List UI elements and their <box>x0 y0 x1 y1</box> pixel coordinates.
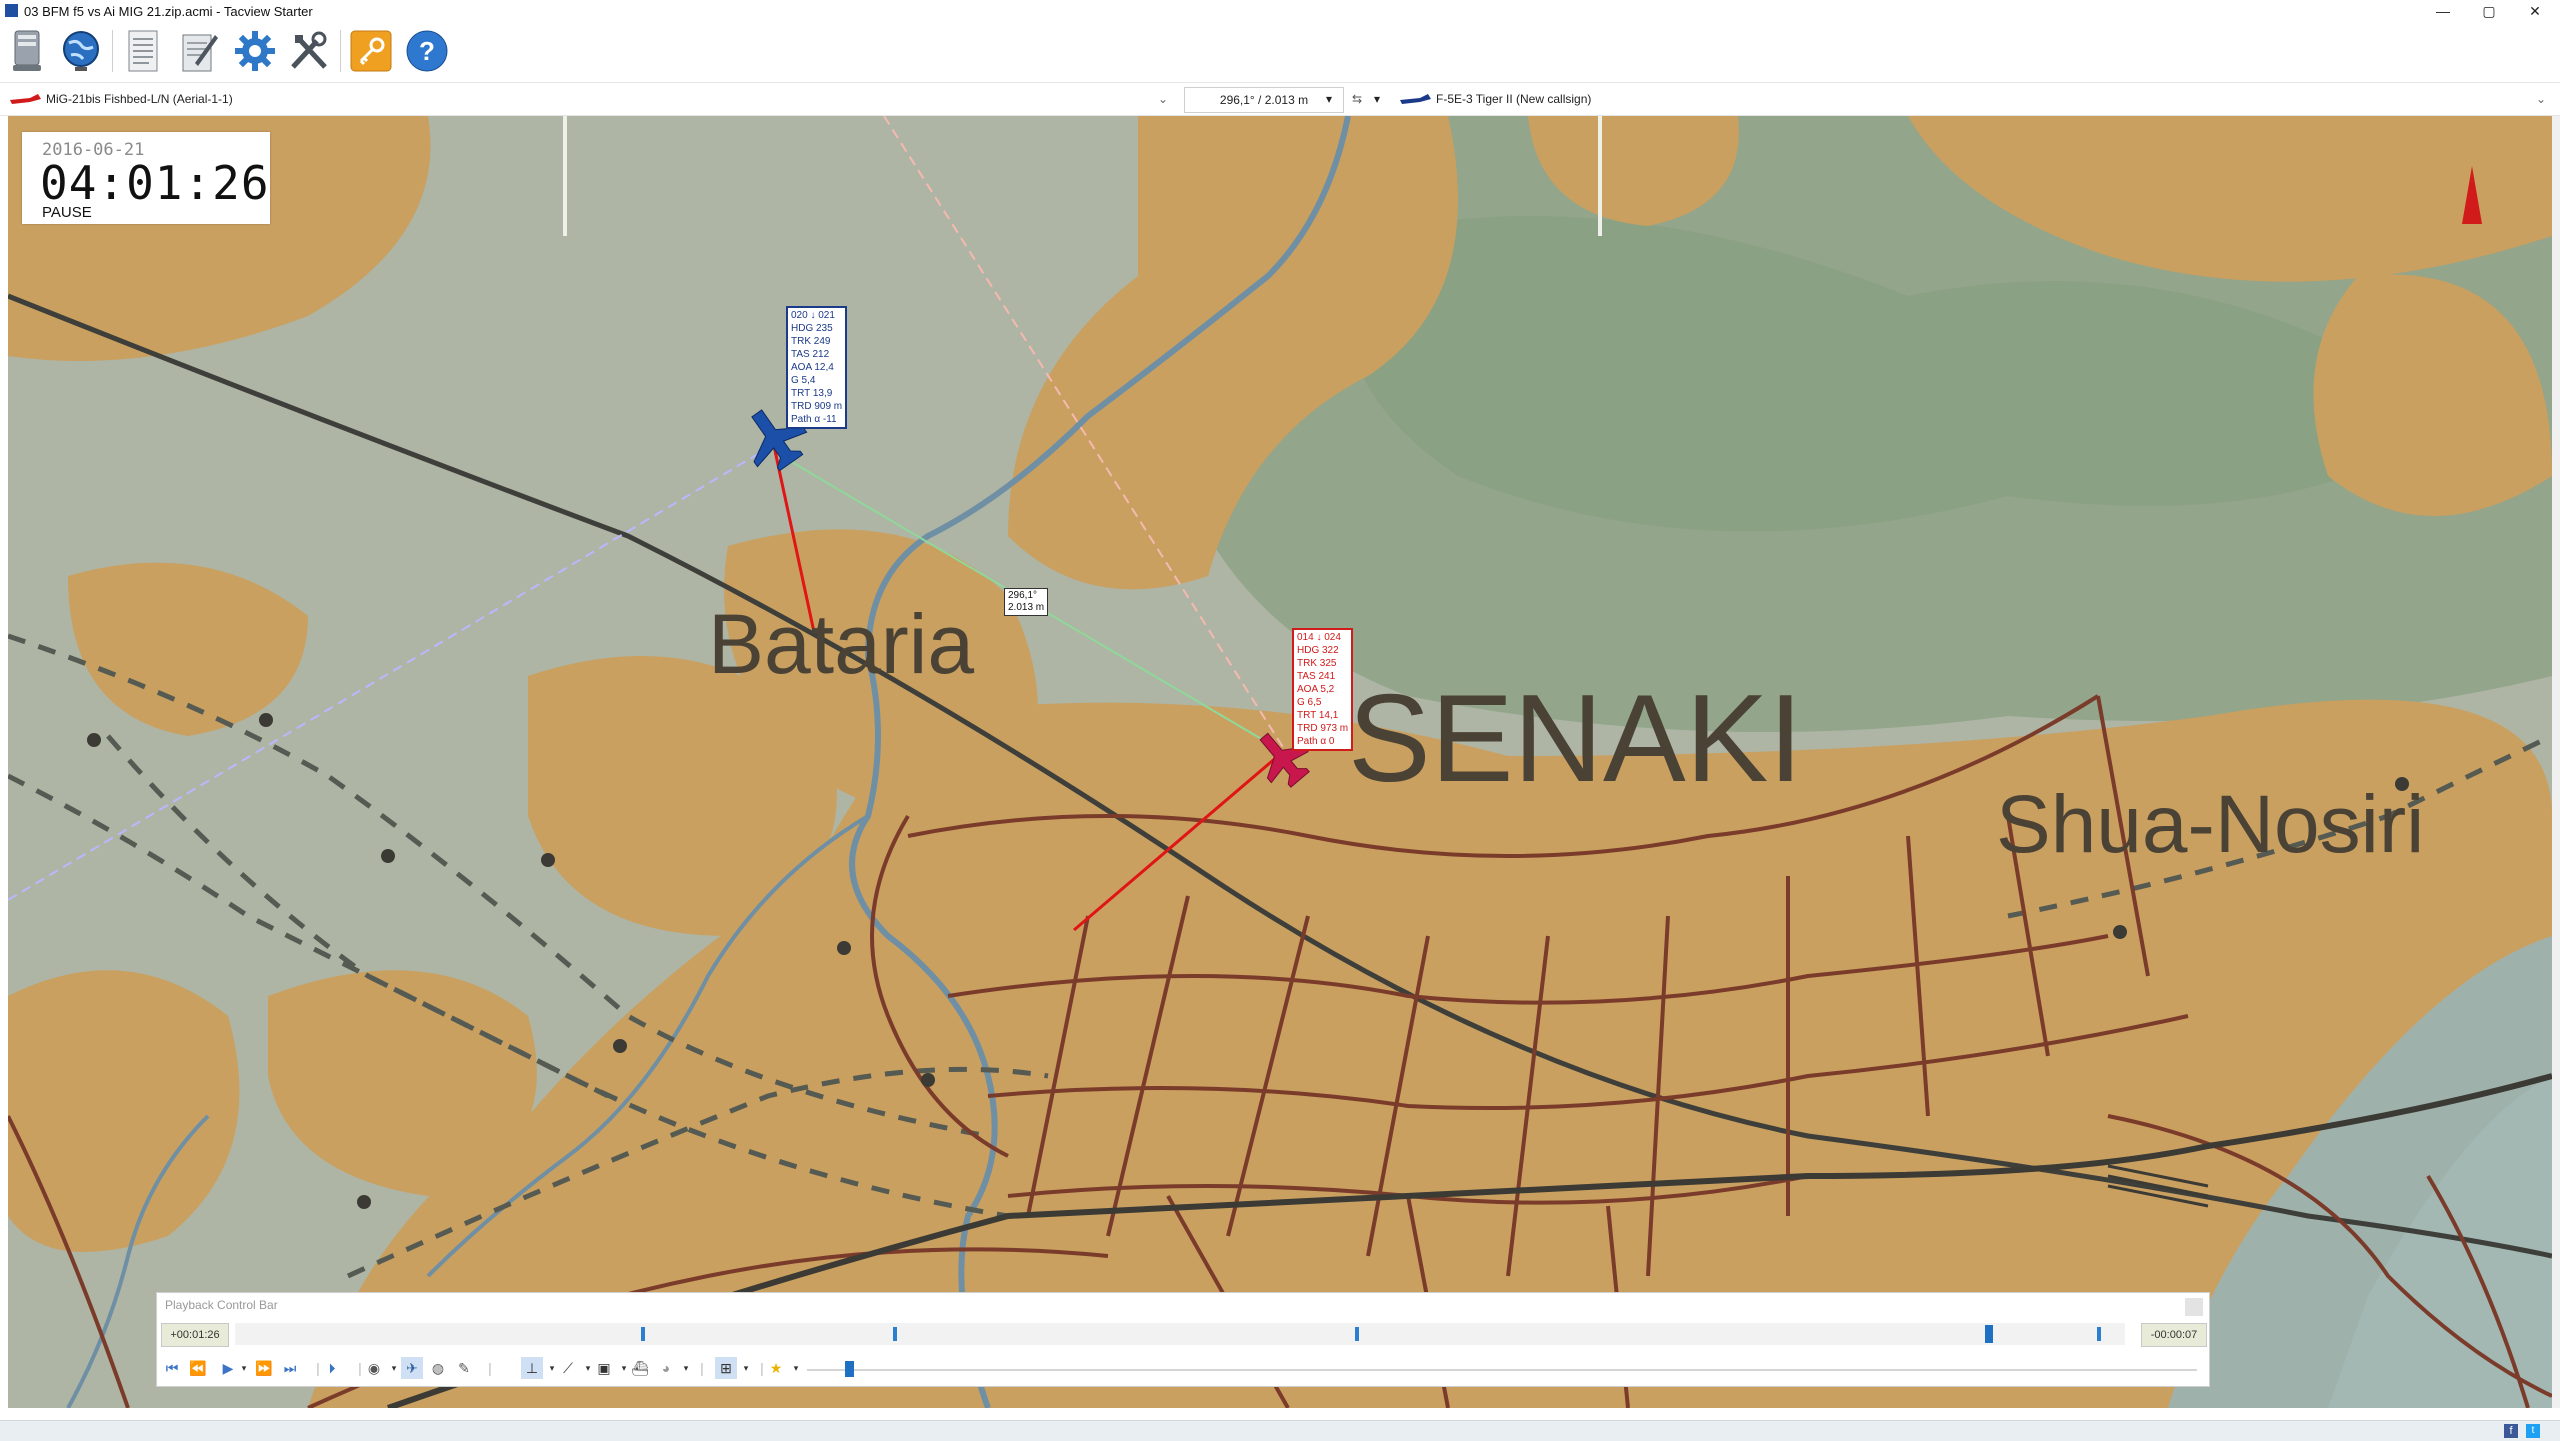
label-line: 014 ↓ 024 <box>1297 632 1341 643</box>
step-forward-icon[interactable]: ⏵ <box>321 1357 343 1379</box>
object-selection-bar: MiG-21bis Fishbed-L/N (Aerial-1-1) ⌄ 296… <box>0 82 2560 116</box>
separator: | <box>700 1360 704 1376</box>
label-line: TAS 212 <box>791 349 830 360</box>
secondary-object-select[interactable]: F-5E-3 Tiger II (New callsign) <box>1436 87 2526 111</box>
bookmark-star-icon[interactable]: ★ <box>765 1357 787 1379</box>
globe-view-icon[interactable]: ◍ <box>427 1357 449 1379</box>
grid-view-icon[interactable]: ⊞ <box>715 1357 737 1379</box>
window-title: 03 BFM f5 vs Ai MIG 21.zip.acmi - Tacvie… <box>24 4 313 19</box>
label-tool-icon[interactable]: ▣ <box>593 1357 615 1379</box>
label-line: G 5,4 <box>791 375 816 386</box>
playback-bar-title: Playback Control Bar <box>165 1298 278 1312</box>
label-line: AOA 12,4 <box>791 362 834 373</box>
restore-button[interactable]: ▢ <box>2466 0 2512 22</box>
distance-dropdown-icon[interactable]: ▾ <box>1326 87 1340 111</box>
svg-text:?: ? <box>419 36 435 66</box>
document-icon[interactable] <box>118 26 168 76</box>
label-line: 020 ↓ 021 <box>791 310 835 321</box>
toolbar-separator <box>112 30 113 72</box>
blue-aircraft-label: 020 ↓ 021 HDG 235 TRK 249 TAS 212 AOA 12… <box>786 306 848 429</box>
red-aircraft-icon <box>10 94 41 104</box>
label-line: TRK 249 <box>791 336 831 347</box>
swap-objects-icon[interactable]: ⇆ <box>1352 87 1368 111</box>
minimize-button[interactable]: — <box>2420 0 2466 22</box>
bookmark-dropdown-icon[interactable]: ▾ <box>785 1357 807 1379</box>
altitude-tool-icon[interactable]: ⊥ <box>521 1357 543 1379</box>
toolbar-separator <box>340 30 341 72</box>
close-panel-button[interactable] <box>2185 1298 2203 1316</box>
blue-aircraft-icon <box>1400 94 1431 104</box>
label-line: HDG 322 <box>1297 645 1339 656</box>
facebook-icon[interactable]: f <box>2504 1424 2518 1438</box>
app-icon <box>5 4 18 17</box>
main-toolbar: ? <box>0 22 2560 80</box>
event-marker[interactable] <box>893 1327 897 1341</box>
event-marker[interactable] <box>1355 1327 1359 1341</box>
separator: | <box>488 1360 492 1376</box>
close-button[interactable]: ✕ <box>2512 0 2558 22</box>
town-label-bataria: Bataria <box>708 597 975 691</box>
chevron-down-icon[interactable]: ⌄ <box>2536 87 2550 111</box>
clock-overlay: 2016-06-21 04:01:26 PAUSE <box>22 132 270 224</box>
help-icon[interactable]: ? <box>402 26 452 76</box>
skip-start-icon[interactable]: ⏮ <box>161 1357 183 1379</box>
range-value: 2.013 m <box>1008 602 1045 613</box>
remaining-time: -00:00:07 <box>2141 1323 2207 1347</box>
playback-state: PAUSE <box>42 204 92 221</box>
skip-end-icon[interactable]: ⏭ <box>279 1357 301 1379</box>
speed-slider-handle[interactable] <box>845 1361 854 1377</box>
elapsed-time: +00:01:26 <box>161 1323 229 1347</box>
notepad-icon[interactable] <box>174 26 224 76</box>
primary-object-select[interactable]: MiG-21bis Fishbed-L/N (Aerial-1-1) <box>46 87 1172 111</box>
label-line: TRD 973 m <box>1297 723 1349 734</box>
event-marker[interactable] <box>641 1327 645 1341</box>
range-bearing-label: 296,1° 2.013 m <box>1004 588 1049 616</box>
town-label-shua-nosiri: Shua-Nosiri <box>1996 779 2425 870</box>
event-marker[interactable] <box>2097 1327 2101 1341</box>
right-edge <box>2552 116 2560 1408</box>
bearing-value: 296,1° <box>1008 590 1038 601</box>
red-aircraft-label: 014 ↓ 024 HDG 322 TRK 325 TAS 241 AOA 5,… <box>1292 628 1354 751</box>
gear-icon[interactable] <box>230 26 280 76</box>
label-line: Path α 0 <box>1297 736 1335 747</box>
label-line: HDG 235 <box>791 323 833 334</box>
label-line: TRD 909 m <box>791 401 843 412</box>
ship-icon[interactable]: ⛴ <box>629 1357 651 1379</box>
label-line: AOA 5,2 <box>1297 684 1335 695</box>
chase-view-icon[interactable]: ✎ <box>453 1357 475 1379</box>
status-bar: f t <box>0 1420 2560 1441</box>
label-line: Path α -11 <box>791 414 837 425</box>
playhead[interactable] <box>1985 1325 1993 1343</box>
tools-icon[interactable] <box>284 26 334 76</box>
fast-forward-icon[interactable]: ⏩ <box>253 1357 275 1379</box>
title-bar: 03 BFM f5 vs Ai MIG 21.zip.acmi - Tacvie… <box>0 0 2560 22</box>
playback-control-bar: Playback Control Bar +00:01:26 -00:00:07… <box>156 1292 2210 1387</box>
terrain-icon[interactable]: ◕ <box>655 1357 677 1379</box>
globe-icon[interactable] <box>56 26 106 76</box>
swap-dropdown-icon[interactable]: ▾ <box>1374 87 1388 111</box>
timeline-track[interactable] <box>235 1323 2125 1345</box>
label-line: TAS 241 <box>1297 671 1336 682</box>
drive-icon[interactable] <box>2 26 52 76</box>
play-dropdown-icon[interactable]: ▾ <box>233 1357 255 1379</box>
key-icon[interactable] <box>346 26 396 76</box>
playback-controls: ⏮ ⏪ ▶ ▾ ⏩ ⏭ | ⏵ | ◉ ▾ ✈ ◍ ✎ | ⊥ ▾ ⟋ ▾ ▣ … <box>157 1353 2209 1383</box>
twitter-icon[interactable]: t <box>2526 1424 2540 1438</box>
label-line: TRT 14,1 <box>1297 710 1339 721</box>
clock-time: 04:01:26 <box>40 156 270 210</box>
label-line: TRK 325 <box>1297 658 1337 669</box>
label-line: TRT 13,9 <box>791 388 833 399</box>
rewind-icon[interactable]: ⏪ <box>187 1357 209 1379</box>
town-label-senaki: SENAKI <box>1348 670 1803 808</box>
map-view[interactable] <box>8 116 2552 1408</box>
speed-slider-track[interactable] <box>807 1369 2197 1371</box>
external-view-icon[interactable]: ✈ <box>401 1357 423 1379</box>
distance-field[interactable]: 296,1° / 2.013 m <box>1184 87 1344 113</box>
chevron-down-icon[interactable]: ⌄ <box>1158 87 1172 111</box>
ruler-tool-icon[interactable]: ⟋ <box>557 1357 579 1379</box>
label-line: G 6,5 <box>1297 697 1322 708</box>
camera-cockpit-icon[interactable]: ◉ <box>363 1357 385 1379</box>
